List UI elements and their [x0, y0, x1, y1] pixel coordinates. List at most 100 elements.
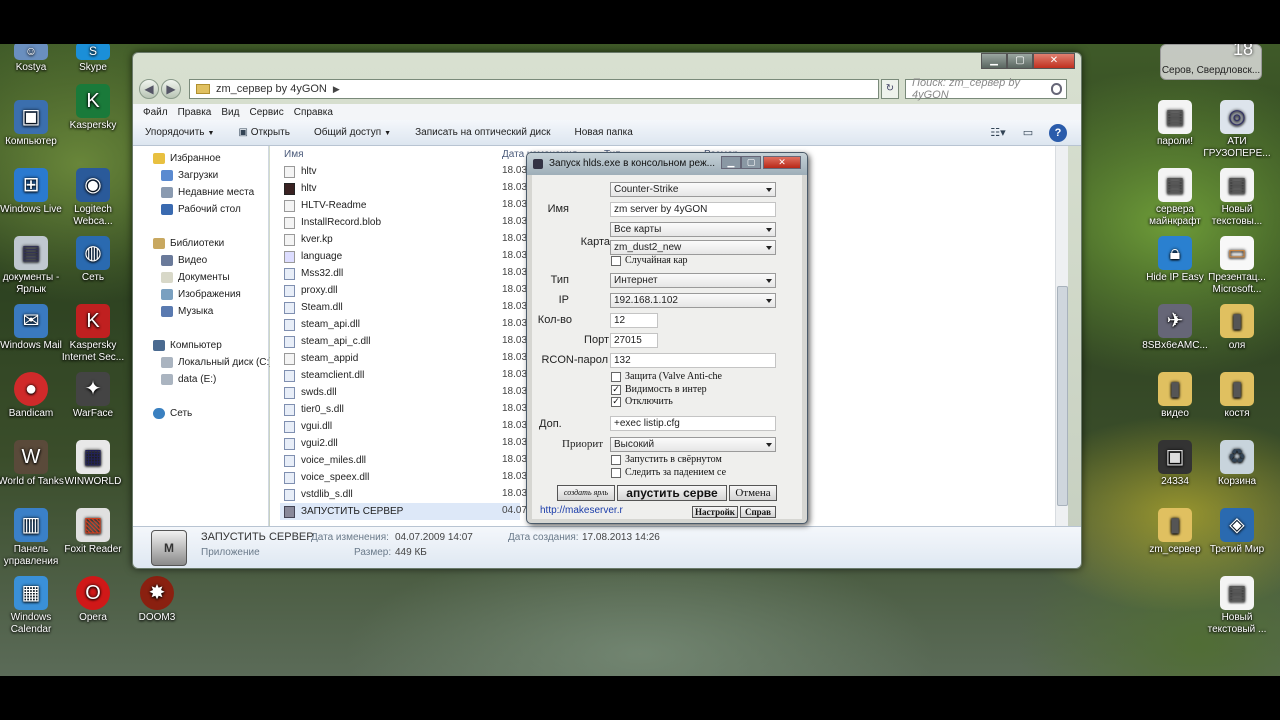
random-map-checkbox[interactable]: Случайная кар: [611, 255, 771, 266]
map-filter-select[interactable]: Все карты: [610, 222, 776, 237]
dialog-titlebar[interactable]: Запуск hlds.exe в консольном реж... ▁ ▢ …: [527, 153, 807, 175]
desktop-icon-doom3[interactable]: ✸ DOOM3: [120, 576, 194, 624]
priority-select[interactable]: Высокий: [610, 437, 776, 452]
vac-checkbox[interactable]: Защита (Valve Anti-che: [611, 371, 777, 382]
maximize-button[interactable]: ▢: [1007, 53, 1033, 69]
nav-documents[interactable]: Документы: [161, 269, 230, 285]
details-modified: 04.07.2009 14:07: [395, 532, 473, 543]
refresh-button[interactable]: ↻: [881, 79, 899, 99]
checkbox-box[interactable]: [611, 467, 621, 478]
desktop-icon-new-text-2[interactable]: ▤ Новый текстовый ...: [1200, 576, 1274, 636]
desktop-icon-presentation[interactable]: ▭ Презентац... Microsoft...: [1200, 236, 1274, 296]
burn-button[interactable]: Записать на оптический диск: [415, 127, 550, 138]
nav-recent[interactable]: Недавние места: [161, 184, 254, 200]
organize-button[interactable]: Упорядочить ▼: [145, 127, 214, 138]
vertical-scrollbar[interactable]: [1055, 146, 1068, 526]
visibility-checkbox[interactable]: ✓ Видимость в интер: [611, 384, 777, 395]
nav-data-drive[interactable]: data (E:): [161, 371, 216, 387]
new-folder-button[interactable]: Новая папка: [575, 127, 633, 138]
desktop-icon-foxit[interactable]: ▧ Foxit Reader: [56, 508, 130, 556]
desktop-icon-opera[interactable]: O Opera: [56, 576, 130, 624]
nav-downloads[interactable]: Загрузки: [161, 167, 218, 183]
settings-button[interactable]: Настройк: [692, 506, 738, 518]
nav-network[interactable]: Сеть: [153, 405, 192, 421]
desktop-icon-warface[interactable]: ✦ WarFace: [56, 372, 130, 420]
nav-label: Библиотеки: [170, 237, 225, 249]
open-button[interactable]: ▣ Открыть: [238, 127, 290, 138]
address-field[interactable]: zm_сервер by 4yGON ▶: [189, 79, 879, 99]
checkbox-box[interactable]: [611, 255, 621, 266]
watch-crash-checkbox[interactable]: Следить за падением се: [611, 467, 731, 478]
desktop-icon-skype[interactable]: S Skype: [56, 44, 130, 74]
minimize-button[interactable]: ▁: [981, 53, 1007, 69]
disable-checkbox[interactable]: ✓ Отключить: [611, 396, 777, 407]
nav-desktop[interactable]: Рабочий стол: [161, 201, 241, 217]
desktop-icon-kostya-folder[interactable]: ▮ костя: [1200, 372, 1274, 420]
start-server-button[interactable]: апустить серве: [617, 485, 727, 501]
desktop-icon-third-world[interactable]: ◈ Третий Мир: [1200, 508, 1274, 556]
desktop-icon-olya[interactable]: ▮ оля: [1200, 304, 1274, 352]
priority-value: Высокий: [614, 439, 655, 450]
help-icon[interactable]: ?: [1049, 124, 1067, 142]
checkbox-box[interactable]: [611, 454, 621, 465]
nav-favorites[interactable]: Избранное: [153, 150, 221, 166]
port-field[interactable]: 27015: [610, 333, 658, 348]
extra-params-field[interactable]: +exec listip.cfg: [610, 416, 776, 431]
preview-pane-icon[interactable]: ▭: [1019, 124, 1037, 142]
menu-tools[interactable]: Сервис: [249, 107, 283, 118]
menu-edit[interactable]: Правка: [178, 107, 212, 118]
close-button[interactable]: ✕: [763, 156, 801, 169]
ip-select[interactable]: 192.168.1.102: [610, 293, 776, 308]
nav-images[interactable]: Изображения: [161, 286, 241, 302]
menu-file[interactable]: Файл: [143, 107, 168, 118]
nav-local-disk[interactable]: Локальный диск (C:): [161, 354, 273, 370]
checkbox-checked[interactable]: ✓: [611, 384, 621, 395]
rcon-label: RCON-парол: [541, 354, 608, 366]
exe-icon: [284, 182, 295, 195]
desktop-icon-kaspersky[interactable]: K Kaspersky: [56, 84, 130, 132]
desktop-icon-ati[interactable]: ◎ АТИ ГРУЗОПЕРЕ...: [1200, 100, 1274, 160]
minimize-button[interactable]: ▁: [721, 156, 741, 169]
desktop-icon-winworld[interactable]: ▦ WINWORLD: [56, 440, 130, 488]
server-name-field[interactable]: zm server by 4yGON: [610, 202, 776, 217]
view-options-icon[interactable]: ☷▾: [989, 124, 1007, 142]
maximize-button[interactable]: ▢: [741, 156, 761, 169]
share-button[interactable]: Общий доступ ▼: [314, 127, 391, 138]
desktop-icon-new-text-1[interactable]: ▤ Новый текстовы...: [1200, 168, 1274, 228]
desktop-icon-logitech[interactable]: ◉ Logitech Webca...: [56, 168, 130, 228]
chevron-right-icon[interactable]: ▶: [333, 84, 340, 95]
makeserver-link[interactable]: http://makeserver.r: [540, 505, 623, 516]
nav-video[interactable]: Видео: [161, 252, 207, 268]
desktop-icon-label: Новый текстовы...: [1211, 204, 1263, 227]
help-button[interactable]: Справ: [740, 506, 776, 518]
checkbox-box[interactable]: [611, 371, 621, 382]
nav-libraries[interactable]: Библиотеки: [153, 235, 224, 251]
create-shortcut-button[interactable]: создать ярль: [557, 485, 615, 501]
desktop-icon-label: видео: [1161, 408, 1189, 419]
game-select[interactable]: Counter-Strike: [610, 182, 776, 197]
nav-music[interactable]: Музыка: [161, 303, 213, 319]
file-row-selected[interactable]: ЗАПУСТИТЬ СЕРВЕР: [280, 503, 520, 520]
user-icon: ☺: [14, 44, 48, 60]
scrollbar-thumb[interactable]: [1057, 286, 1068, 506]
type-select[interactable]: Интернет: [610, 273, 776, 288]
desktop-icon-recycle-bin[interactable]: ♻ Корзина: [1200, 440, 1274, 488]
back-button[interactable]: ◀: [139, 79, 159, 99]
cancel-button[interactable]: Отмена: [729, 485, 777, 501]
desktop-icon-kaspersky-is[interactable]: K Kaspersky Internet Sec...: [56, 304, 130, 364]
search-input[interactable]: Поиск: zm_сервер by 4yGON: [905, 77, 1067, 101]
player-count-field[interactable]: 12: [610, 313, 658, 328]
control-panel-icon: ▥: [14, 508, 48, 542]
forward-button[interactable]: ▶: [161, 79, 181, 99]
checkbox-checked[interactable]: ✓: [611, 396, 621, 407]
rcon-password-field[interactable]: 132: [610, 353, 776, 368]
close-button[interactable]: ✕: [1033, 53, 1075, 69]
nav-computer[interactable]: Компьютер: [153, 337, 222, 353]
menu-help[interactable]: Справка: [294, 107, 333, 118]
desktop-icon-network[interactable]: ◍ Сеть: [56, 236, 130, 284]
map-select[interactable]: zm_dust2_new: [610, 240, 776, 255]
breadcrumb[interactable]: zm_сервер by 4yGON: [216, 83, 327, 95]
menu-view[interactable]: Вид: [221, 107, 239, 118]
start-minimized-checkbox[interactable]: Запустить в свёрнутом: [611, 454, 731, 465]
column-name[interactable]: Имя: [284, 149, 303, 160]
